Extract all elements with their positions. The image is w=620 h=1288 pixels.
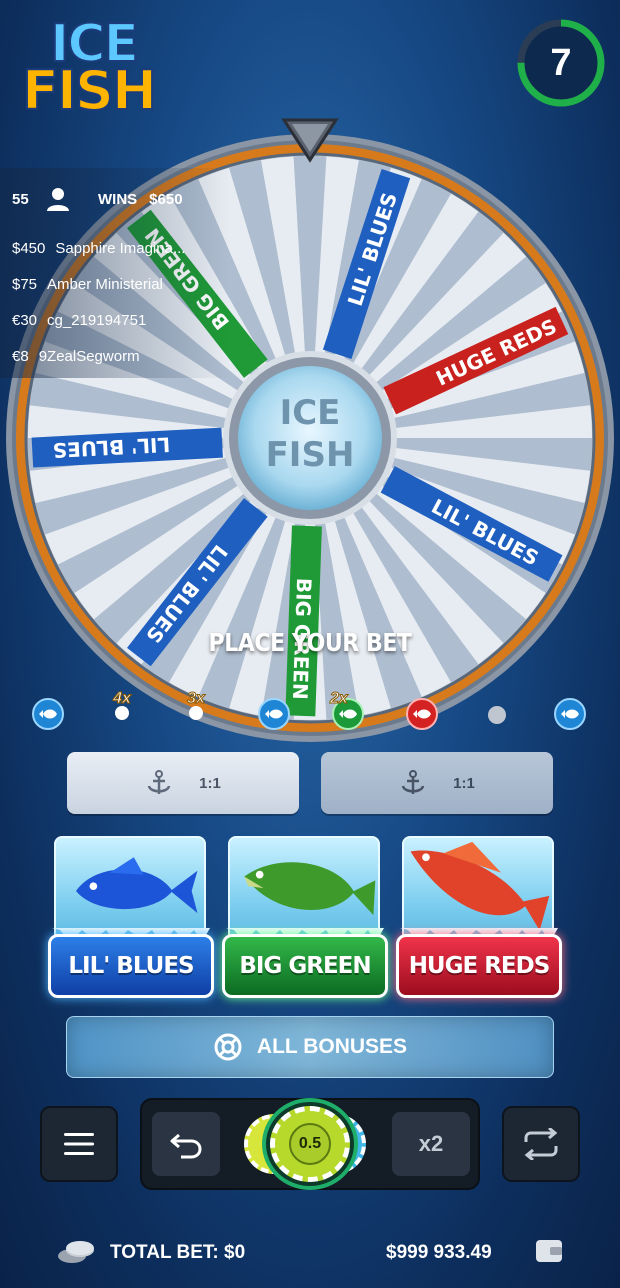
- wins-amount: $650: [149, 190, 183, 208]
- anchor-icon: [147, 770, 171, 794]
- player-win-amount: $450: [12, 239, 46, 257]
- lifebuoy-icon: [214, 1033, 242, 1061]
- all-bonuses-label: ALL BONUSES: [256, 1035, 408, 1058]
- hamburger-menu-icon: [64, 1133, 94, 1155]
- big-green-bet-tile[interactable]: BIG GREEN: [222, 836, 392, 1002]
- game-status: PLACE YOUR BET: [208, 628, 412, 657]
- coins-icon: [56, 1238, 96, 1271]
- wins-label: WINS: [98, 190, 138, 208]
- huge-reds-bet-tile[interactable]: HUGE REDS: [396, 836, 566, 1002]
- hub-line2: FISH: [266, 435, 355, 475]
- anchor-bet-button[interactable]: 1:1: [67, 752, 299, 814]
- multiplier-dot: [115, 706, 129, 720]
- double-label: x2: [418, 1131, 444, 1156]
- history-multiplier: 4x: [106, 690, 138, 720]
- wheel-pointer: [280, 116, 340, 166]
- player-row: €8 9ZealSegworm: [0, 338, 230, 374]
- history-multiplier: 3x: [180, 690, 212, 720]
- history-blue: [32, 698, 64, 730]
- player-row: $75 Amber Ministerial: [0, 266, 230, 302]
- user-icon: [47, 188, 69, 211]
- huge-reds-label: HUGE REDS: [396, 934, 562, 998]
- anchor-icon: [401, 770, 425, 794]
- player-count: 55: [12, 190, 29, 208]
- history-red: [406, 698, 438, 730]
- multiplier-label: 3x: [187, 690, 206, 708]
- multiplier-label: 4x: [113, 690, 132, 708]
- repeat-icon: [524, 1128, 558, 1160]
- bet-odds: 1:1: [199, 774, 221, 792]
- player-name: Sapphire Imagina...: [55, 239, 186, 257]
- chip-value: 0.5: [289, 1123, 331, 1165]
- history-dot: [488, 706, 506, 724]
- player-name: Amber Ministerial: [47, 275, 163, 293]
- player-name: cg_219194751: [47, 311, 147, 329]
- fish-icon: [265, 709, 283, 719]
- player-row: $450 Sapphire Imagina...: [0, 230, 230, 266]
- big-green-label: BIG GREEN: [222, 934, 388, 998]
- fish-icon: [561, 709, 579, 719]
- fish-icon: [413, 709, 431, 719]
- multiplier-dot: [189, 706, 203, 720]
- lil-blues-label: LIL' BLUES: [48, 934, 214, 998]
- total-bet: TOTAL BET: $0: [110, 1242, 246, 1263]
- balance: $999 933.49: [386, 1242, 492, 1263]
- history-blue: [554, 698, 586, 730]
- anchor-bet-button[interactable]: 1:1: [321, 752, 553, 814]
- timer-value: 7: [550, 41, 572, 84]
- history-blue: [258, 698, 290, 730]
- players-panel: 55 WINS $650 $450 Sapphire Imagina... $7…: [0, 168, 230, 378]
- logo-line2: FISH: [21, 59, 158, 122]
- player-row: €30 cg_219194751: [0, 302, 230, 338]
- player-win-amount: €8: [12, 347, 29, 365]
- wallet-icon[interactable]: [534, 1236, 564, 1269]
- player-win-amount: €30: [12, 311, 38, 329]
- menu-button[interactable]: [40, 1106, 118, 1182]
- undo-button[interactable]: [152, 1112, 220, 1176]
- lil-blues-bet-tile[interactable]: LIL' BLUES: [48, 836, 218, 1002]
- repeat-bet-button[interactable]: [502, 1106, 580, 1182]
- double-bet-button[interactable]: x2: [392, 1112, 470, 1176]
- undo-icon: [170, 1133, 202, 1159]
- player-name: 9ZealSegworm: [38, 347, 140, 365]
- all-bonuses-button[interactable]: ALL BONUSES: [66, 1016, 554, 1078]
- fish-icon: [39, 709, 57, 719]
- countdown-timer: 7: [516, 18, 606, 108]
- selected-chip[interactable]: 0.5: [270, 1106, 350, 1182]
- hub-line1: ICE: [280, 393, 341, 433]
- game-logo: ICE FISH: [21, 17, 182, 122]
- fish-icon: [339, 709, 357, 719]
- player-win-amount: $75: [12, 275, 38, 293]
- multiplier-label: 2x: [330, 690, 349, 708]
- bet-odds: 1:1: [453, 774, 475, 792]
